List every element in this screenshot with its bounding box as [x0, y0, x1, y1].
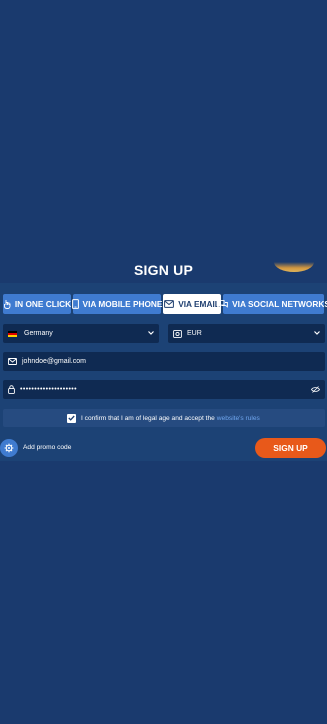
currency-value: EUR: [187, 330, 202, 337]
chevron-down-icon: [148, 331, 154, 335]
tab-label: VIA MOBILE PHONE: [82, 299, 163, 309]
password-value: ••••••••••••••••••••: [20, 386, 78, 393]
currency-select[interactable]: EUR: [168, 324, 325, 343]
age-confirm-text: I confirm that I am of legal age and acc…: [81, 414, 215, 422]
age-confirm-row: I confirm that I am of legal age and acc…: [3, 409, 325, 427]
password-field[interactable]: ••••••••••••••••••••: [3, 380, 325, 399]
promo-code-label[interactable]: Add promo code: [23, 444, 71, 451]
checkmark-icon: [68, 415, 75, 421]
signup-page: SIGN UP IN ONE CLICK VIA MOBILE PHONE VI…: [0, 0, 327, 724]
germany-flag: [8, 330, 17, 337]
currency-icon: [173, 329, 182, 338]
gear-icon: [4, 443, 14, 453]
sign-up-button[interactable]: SIGN UP: [255, 438, 326, 458]
page-title: SIGN UP: [134, 262, 193, 278]
email-field[interactable]: johndoe@gmail.com: [3, 352, 325, 371]
tab-label: VIA EMAIL: [178, 299, 220, 309]
tab-one-click[interactable]: IN ONE CLICK: [3, 294, 71, 314]
tab-label: IN ONE CLICK: [14, 299, 72, 309]
chevron-down-icon: [314, 331, 320, 335]
tab-label: VIA SOCIAL NETWORKS: [232, 299, 327, 309]
chat-bubbles-icon: [217, 299, 228, 308]
tab-email[interactable]: VIA EMAIL: [163, 294, 221, 314]
registration-tabs: IN ONE CLICK VIA MOBILE PHONE VIA EMAIL …: [3, 294, 327, 314]
eye-off-icon[interactable]: [311, 386, 320, 393]
lock-icon: [8, 385, 15, 394]
hand-click-icon: [3, 300, 11, 309]
envelope-icon: [8, 358, 17, 365]
tab-social-networks[interactable]: VIA SOCIAL NETWORKS: [217, 294, 327, 314]
website-rules-link[interactable]: website's rules: [217, 415, 260, 422]
email-value: johndoe@gmail.com: [22, 358, 86, 365]
age-confirm-checkbox[interactable]: [67, 413, 76, 423]
promo-code-button[interactable]: [0, 439, 18, 457]
mobile-phone-icon: [71, 299, 79, 309]
tab-mobile-phone[interactable]: VIA MOBILE PHONE: [71, 294, 163, 314]
country-value: Germany: [24, 330, 53, 337]
envelope-icon: [164, 300, 175, 308]
country-select[interactable]: Germany: [3, 324, 159, 343]
